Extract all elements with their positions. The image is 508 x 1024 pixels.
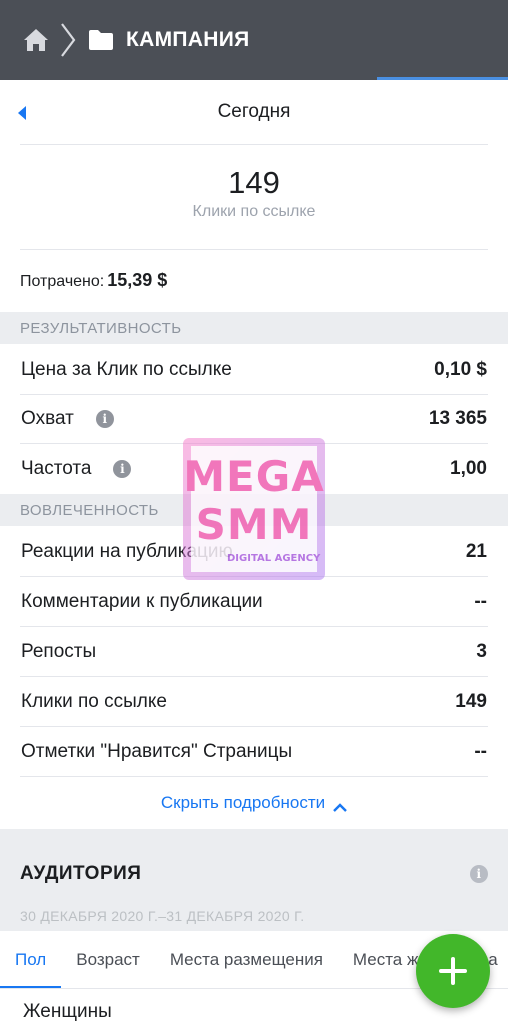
- row-label: Репосты: [21, 641, 97, 662]
- row-label: Цена за Клик по ссылке: [21, 359, 232, 380]
- row-label: Комментарии к публикации: [21, 591, 263, 612]
- section-gap: [0, 829, 508, 847]
- row-value: 21: [465, 541, 487, 562]
- date-label: Сегодня: [217, 101, 291, 122]
- row-label: Частота: [21, 458, 92, 479]
- row-value: --: [474, 741, 487, 762]
- page-title: КАМПАНИЯ: [126, 28, 250, 51]
- watermark-line1: MEGA: [183, 452, 325, 501]
- chevron-right-icon: [58, 22, 78, 58]
- folder-icon: [88, 29, 114, 51]
- spent-amount: 15,39 $: [107, 270, 168, 290]
- section-header-performance: РЕЗУЛЬТАТИВНОСТЬ: [0, 312, 508, 344]
- audience-header: АУДИТОРИЯ i: [0, 847, 508, 901]
- watermark-tagline: DIGITAL AGENCY: [227, 553, 321, 564]
- back-arrow-icon[interactable]: [18, 106, 26, 120]
- spent-summary: Потрачено: 15,39 $: [20, 270, 167, 291]
- hide-details-link[interactable]: Скрыть подробности: [0, 777, 508, 829]
- add-button[interactable]: [416, 934, 490, 1008]
- divider: [20, 249, 488, 250]
- top-app-bar: КАМПАНИЯ: [0, 0, 508, 80]
- row-label: Охват: [21, 408, 74, 429]
- list-item: Женщины: [23, 1001, 112, 1022]
- metric-row: Отметки "Нравится" Страницы --: [0, 727, 508, 777]
- row-value: 3: [476, 641, 487, 662]
- row-value: 13 365: [428, 408, 487, 429]
- row-value: 1,00: [450, 458, 487, 479]
- plus-icon: [439, 957, 467, 985]
- watermark-line2: SMM: [195, 500, 313, 549]
- watermark-logo: MEGA SMM DIGITAL AGENCY: [183, 438, 325, 580]
- row-label: Отметки "Нравится" Страницы: [21, 741, 293, 762]
- date-selector[interactable]: Сегодня: [0, 80, 508, 144]
- audience-title: АУДИТОРИЯ: [20, 863, 142, 884]
- home-icon[interactable]: [22, 26, 50, 54]
- tab-gender[interactable]: Пол: [0, 931, 62, 988]
- metric-row: Репосты 3: [0, 627, 508, 677]
- metric-row: Охват i 13 365: [0, 394, 508, 444]
- chevron-up-icon: [333, 798, 347, 812]
- metric-row: Клики по ссылке 149: [0, 677, 508, 727]
- metric-row: Комментарии к публикации --: [0, 577, 508, 627]
- tab-age[interactable]: Возраст: [61, 931, 155, 988]
- divider: [20, 144, 488, 145]
- row-label: Клики по ссылке: [21, 691, 167, 712]
- info-icon[interactable]: i: [113, 460, 132, 478]
- summary-metric: 149 Клики по ссылке: [0, 165, 508, 221]
- tab-placements[interactable]: Места размещения: [155, 931, 338, 988]
- summary-caption: Клики по ссылке: [192, 203, 316, 220]
- info-icon[interactable]: i: [95, 410, 114, 428]
- summary-value: 149: [228, 165, 280, 200]
- row-value: 0,10 $: [434, 359, 487, 380]
- row-value: --: [474, 591, 487, 612]
- row-value: 149: [455, 691, 487, 712]
- audience-date-range: 30 ДЕКАБРЯ 2020 Г.–31 ДЕКАБРЯ 2020 Г.: [0, 901, 508, 931]
- info-icon[interactable]: i: [470, 865, 488, 883]
- metric-row: Цена за Клик по ссылке 0,10 $: [0, 345, 508, 395]
- hide-details-label: Скрыть подробности: [160, 793, 326, 812]
- spent-label: Потрачено:: [20, 273, 105, 290]
